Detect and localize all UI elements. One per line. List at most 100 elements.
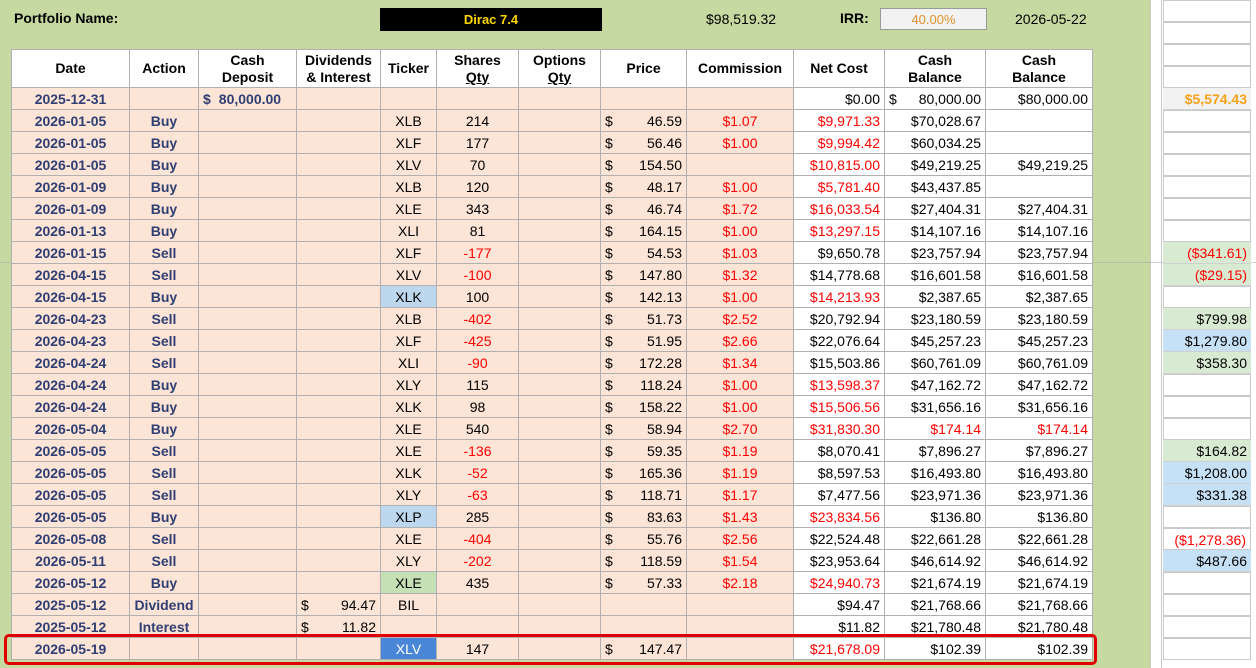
commission-cell[interactable]: $1.00	[686, 219, 794, 242]
action-cell[interactable]: Buy	[129, 175, 199, 198]
dividends-interest-cell[interactable]	[296, 571, 381, 594]
cash-balance-2-cell[interactable]: $60,761.09	[985, 351, 1093, 374]
portfolio-name-cell[interactable]: Dirac 7.4	[380, 8, 602, 31]
gain-loss-cell[interactable]: ($1,278.36)	[1163, 528, 1251, 550]
options-qty-cell[interactable]	[518, 131, 601, 154]
price-cell[interactable]: $59.35	[600, 439, 687, 462]
shares-qty-cell[interactable]: -177	[436, 241, 519, 264]
cash-balance-cell[interactable]: $21,780.48	[884, 615, 986, 638]
net-cost-cell[interactable]: $14,778.68	[793, 263, 885, 286]
dividends-interest-cell[interactable]	[296, 351, 381, 374]
options-qty-cell[interactable]	[518, 329, 601, 352]
shares-qty-cell[interactable]: 343	[436, 197, 519, 220]
action-cell[interactable]: Sell	[129, 329, 199, 352]
cash-balance-2-cell[interactable]	[985, 175, 1093, 198]
dividends-interest-cell[interactable]	[296, 527, 381, 550]
table-row[interactable]: 2026-01-09 Buy XLE 343 $46.74 $1.72 $16,033.54…	[11, 197, 1093, 220]
dividends-interest-cell[interactable]	[296, 109, 381, 132]
table-row[interactable]: 2026-04-23 Sell XLF -425 $51.95 $2.66 $22,076.…	[11, 329, 1093, 352]
options-qty-cell[interactable]	[518, 571, 601, 594]
action-cell[interactable]: Dividend	[129, 593, 199, 616]
date-cell[interactable]: 2026-05-05	[11, 505, 130, 528]
commission-cell[interactable]: $1.54	[686, 549, 794, 572]
gain-loss-cell[interactable]	[1163, 374, 1251, 396]
shares-qty-cell[interactable]: 285	[436, 505, 519, 528]
gain-loss-cell[interactable]: $1,208.00	[1163, 462, 1251, 484]
gain-loss-cell[interactable]	[1163, 110, 1251, 132]
gain-loss-cell[interactable]	[1163, 44, 1251, 66]
table-row[interactable]: 2026-05-04 Buy XLE 540 $58.94 $2.70 $31,830.30…	[11, 417, 1093, 440]
shares-qty-cell[interactable]: 214	[436, 109, 519, 132]
shares-qty-cell[interactable]: -136	[436, 439, 519, 462]
shares-qty-cell[interactable]: 120	[436, 175, 519, 198]
date-cell[interactable]: 2026-05-04	[11, 417, 130, 440]
cash-balance-cell[interactable]: $21,768.66	[884, 593, 986, 616]
dividends-interest-cell[interactable]	[296, 197, 381, 220]
date-cell[interactable]: 2026-04-15	[11, 263, 130, 286]
cash-balance-cell[interactable]: $60,034.25	[884, 131, 986, 154]
options-qty-cell[interactable]	[518, 417, 601, 440]
ticker-cell[interactable]: BIL	[380, 593, 437, 616]
cash-balance-2-cell[interactable]: $174.14	[985, 417, 1093, 440]
table-row[interactable]: 2026-01-05 Buy XLV 70 $154.50 $10,815.00 $49,2…	[11, 153, 1093, 176]
cash-balance-cell[interactable]: $23,180.59	[884, 307, 986, 330]
price-cell[interactable]: $154.50	[600, 153, 687, 176]
shares-qty-cell[interactable]: 540	[436, 417, 519, 440]
net-cost-cell[interactable]: $9,971.33	[793, 109, 885, 132]
cash-balance-cell[interactable]: $45,257.23	[884, 329, 986, 352]
gain-loss-cell[interactable]	[1163, 286, 1251, 308]
cash-deposit-cell[interactable]	[198, 373, 297, 396]
commission-cell[interactable]: $1.19	[686, 461, 794, 484]
shares-qty-cell[interactable]: -425	[436, 329, 519, 352]
cash-balance-cell[interactable]: $60,761.09	[884, 351, 986, 374]
date-cell[interactable]: 2025-12-31	[11, 87, 130, 110]
action-cell[interactable]: Buy	[129, 571, 199, 594]
price-cell[interactable]: $58.94	[600, 417, 687, 440]
action-cell[interactable]: Buy	[129, 219, 199, 242]
cash-balance-cell[interactable]: $102.39	[884, 637, 986, 660]
cash-balance-2-cell[interactable]: $21,768.66	[985, 593, 1093, 616]
cash-balance-2-cell[interactable]: $27,404.31	[985, 197, 1093, 220]
dividends-interest-cell[interactable]	[296, 395, 381, 418]
date-cell[interactable]: 2026-05-12	[11, 571, 130, 594]
action-cell[interactable]: Sell	[129, 307, 199, 330]
ticker-cell[interactable]: XLY	[380, 483, 437, 506]
dividends-interest-cell[interactable]	[296, 549, 381, 572]
net-cost-cell[interactable]: $31,830.30	[793, 417, 885, 440]
options-qty-cell[interactable]	[518, 307, 601, 330]
price-cell[interactable]: $172.28	[600, 351, 687, 374]
gain-loss-cell[interactable]	[1163, 638, 1251, 660]
net-cost-cell[interactable]: $15,503.86	[793, 351, 885, 374]
shares-qty-cell[interactable]: 147	[436, 637, 519, 660]
net-cost-cell[interactable]: $20,792.94	[793, 307, 885, 330]
cash-deposit-cell[interactable]	[198, 593, 297, 616]
gain-loss-cell[interactable]: $164.82	[1163, 440, 1251, 462]
action-cell[interactable]: Sell	[129, 527, 199, 550]
gain-loss-cell[interactable]	[1163, 220, 1251, 242]
date-cell[interactable]: 2026-04-24	[11, 373, 130, 396]
shares-qty-cell[interactable]: -52	[436, 461, 519, 484]
table-row[interactable]: 2026-01-09 Buy XLB 120 $48.17 $1.00 $5,781.40 $…	[11, 175, 1093, 198]
action-cell[interactable]: Sell	[129, 549, 199, 572]
ticker-cell[interactable]: XLY	[380, 549, 437, 572]
cash-balance-cell[interactable]: $2,387.65	[884, 285, 986, 308]
commission-cell[interactable]: $1.34	[686, 351, 794, 374]
ticker-cell[interactable]: XLK	[380, 395, 437, 418]
shares-qty-cell[interactable]: 98	[436, 395, 519, 418]
cash-deposit-cell[interactable]	[198, 549, 297, 572]
cash-balance-2-cell[interactable]: $46,614.92	[985, 549, 1093, 572]
gain-loss-cell[interactable]	[1163, 66, 1251, 88]
options-qty-cell[interactable]	[518, 395, 601, 418]
gain-loss-cell[interactable]	[1163, 176, 1251, 198]
date-cell[interactable]: 2026-01-15	[11, 241, 130, 264]
cash-deposit-cell[interactable]	[198, 483, 297, 506]
action-cell[interactable]: Buy	[129, 285, 199, 308]
commission-cell[interactable]: $2.70	[686, 417, 794, 440]
options-qty-cell[interactable]	[518, 87, 601, 110]
cash-balance-2-cell[interactable]: $21,674.19	[985, 571, 1093, 594]
cash-deposit-cell[interactable]	[198, 109, 297, 132]
action-cell[interactable]: Buy	[129, 109, 199, 132]
date-cell[interactable]: 2026-04-15	[11, 285, 130, 308]
price-cell[interactable]: $158.22	[600, 395, 687, 418]
gain-loss-cell[interactable]	[1163, 572, 1251, 594]
